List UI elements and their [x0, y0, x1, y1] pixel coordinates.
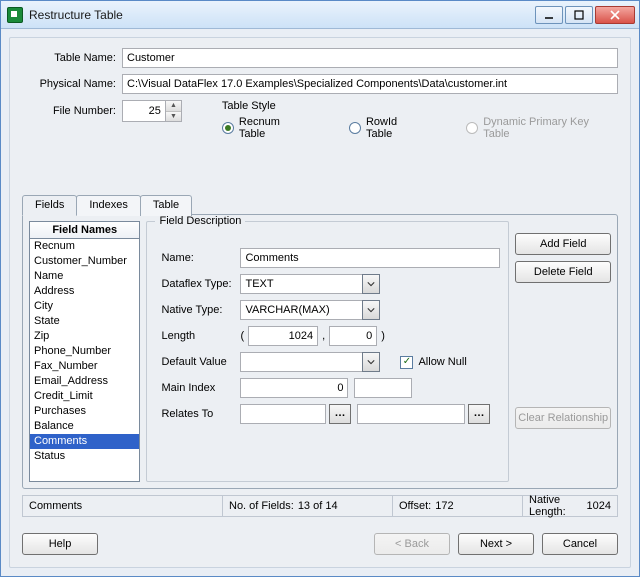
- list-item[interactable]: Zip: [30, 329, 139, 344]
- status-nofields-label: No. of Fields:: [229, 500, 294, 512]
- clear-relationship-button: Clear Relationship: [515, 407, 611, 429]
- radio-dot-icon: [466, 122, 478, 134]
- check-icon: ✓: [400, 356, 413, 369]
- status-nativelen-label: Native Length:: [529, 494, 583, 518]
- chevron-down-icon[interactable]: [362, 300, 380, 320]
- list-item[interactable]: Recnum: [30, 239, 139, 254]
- file-number-value[interactable]: 25: [122, 100, 166, 122]
- table-style-label: Table Style: [222, 100, 618, 112]
- list-item[interactable]: Credit_Limit: [30, 389, 139, 404]
- length-input-1[interactable]: 1024: [248, 326, 318, 346]
- length-input-2[interactable]: 0: [329, 326, 377, 346]
- list-item[interactable]: Comments: [30, 434, 139, 449]
- dataflex-type-label: Dataflex Type:: [155, 278, 240, 290]
- native-type-select[interactable]: VARCHAR(MAX): [240, 300, 380, 320]
- list-item[interactable]: Status: [30, 449, 139, 464]
- list-item[interactable]: Phone_Number: [30, 344, 139, 359]
- list-item[interactable]: Balance: [30, 419, 139, 434]
- field-description-group: Field Description Name: Comments Datafle…: [146, 221, 509, 482]
- status-bar: Comments No. of Fields: 13 of 14 Offset:…: [22, 495, 618, 517]
- list-item[interactable]: State: [30, 314, 139, 329]
- relates-to-input-1[interactable]: [240, 404, 326, 424]
- tab-page-fields: Field Names RecnumCustomer_NumberNameAdd…: [22, 214, 618, 489]
- tab-fields[interactable]: Fields: [22, 195, 77, 216]
- window: Restructure Table Table Name: Customer P…: [0, 0, 640, 577]
- add-field-button[interactable]: Add Field: [515, 233, 611, 255]
- chevron-down-icon[interactable]: [362, 274, 380, 294]
- table-name-label: Table Name:: [22, 52, 122, 64]
- list-item[interactable]: Customer_Number: [30, 254, 139, 269]
- status-nofields: 13 of 14: [298, 500, 338, 512]
- status-offset: 172: [435, 500, 453, 512]
- file-number-label: File Number:: [22, 100, 122, 122]
- main-index-aux[interactable]: [354, 378, 412, 398]
- spinner-up-icon[interactable]: ▲: [166, 101, 181, 112]
- main-index-label: Main Index: [155, 382, 240, 394]
- radio-rowid-table[interactable]: RowId Table: [349, 116, 426, 140]
- status-nativelen: 1024: [587, 500, 611, 512]
- radio-dot-icon: [349, 122, 361, 134]
- physical-name-label: Physical Name:: [22, 78, 122, 90]
- list-item[interactable]: Name: [30, 269, 139, 284]
- field-names-header: Field Names: [29, 221, 140, 239]
- app-icon: [7, 7, 23, 23]
- tab-indexes[interactable]: Indexes: [76, 195, 141, 216]
- list-item[interactable]: Address: [30, 284, 139, 299]
- physical-name-input[interactable]: C:\Visual DataFlex 17.0 Examples\Special…: [122, 74, 618, 94]
- table-name-input[interactable]: Customer: [122, 48, 618, 68]
- browse-button-2[interactable]: …: [468, 404, 490, 424]
- list-item[interactable]: Fax_Number: [30, 359, 139, 374]
- default-value-label: Default Value: [155, 356, 240, 368]
- list-item[interactable]: Email_Address: [30, 374, 139, 389]
- dataflex-type-select[interactable]: TEXT: [240, 274, 380, 294]
- default-value-select[interactable]: [240, 352, 380, 372]
- list-item[interactable]: City: [30, 299, 139, 314]
- spinner-down-icon[interactable]: ▼: [166, 112, 181, 122]
- name-input[interactable]: Comments: [240, 248, 500, 268]
- chevron-down-icon[interactable]: [362, 352, 380, 372]
- maximize-button[interactable]: [565, 6, 593, 24]
- radio-recnum-table[interactable]: Recnum Table: [222, 116, 309, 140]
- status-offset-label: Offset:: [399, 500, 431, 512]
- tab-table[interactable]: Table: [140, 195, 192, 216]
- relates-to-label: Relates To: [155, 408, 240, 420]
- length-label: Length: [155, 330, 240, 342]
- browse-button-1[interactable]: …: [329, 404, 351, 424]
- cancel-button[interactable]: Cancel: [542, 533, 618, 555]
- minimize-button[interactable]: [535, 6, 563, 24]
- close-button[interactable]: [595, 6, 635, 24]
- help-button[interactable]: Help: [22, 533, 98, 555]
- list-item[interactable]: Purchases: [30, 404, 139, 419]
- radio-dynamic-pk-table: Dynamic Primary Key Table: [466, 116, 618, 140]
- client-area: Table Name: Customer Physical Name: C:\V…: [9, 37, 631, 568]
- relates-to-input-2[interactable]: [357, 404, 465, 424]
- name-label: Name:: [155, 252, 240, 264]
- allow-null-checkbox[interactable]: ✓ Allow Null: [400, 356, 466, 369]
- window-title: Restructure Table: [29, 8, 535, 22]
- main-index-input[interactable]: 0: [240, 378, 348, 398]
- file-number-stepper[interactable]: 25 ▲▼: [122, 100, 182, 122]
- next-button[interactable]: Next >: [458, 533, 534, 555]
- titlebar: Restructure Table: [1, 1, 639, 29]
- field-description-legend: Field Description: [155, 215, 245, 227]
- back-button: < Back: [374, 533, 450, 555]
- field-names-list[interactable]: RecnumCustomer_NumberNameAddressCityStat…: [29, 239, 140, 482]
- radio-dot-icon: [222, 122, 234, 134]
- status-field: Comments: [29, 500, 82, 512]
- native-type-label: Native Type:: [155, 304, 240, 316]
- delete-field-button[interactable]: Delete Field: [515, 261, 611, 283]
